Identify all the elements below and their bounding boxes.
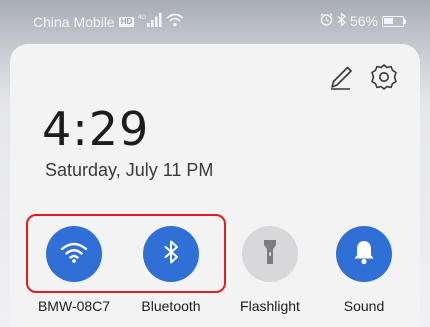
- bluetooth-icon: [163, 240, 179, 269]
- alarm-icon: [320, 13, 333, 29]
- hd-badge: HD: [118, 16, 135, 27]
- status-right-group: 56%: [320, 12, 406, 29]
- battery-icon: [382, 15, 406, 27]
- edit-button[interactable]: [323, 60, 357, 94]
- signal-icon: 4G: [138, 13, 162, 30]
- wifi-toggle-circle[interactable]: [46, 226, 102, 282]
- bluetooth-toggle-circle[interactable]: [143, 226, 199, 282]
- settings-gear-icon: [367, 64, 401, 98]
- sound-toggle-circle[interactable]: [336, 226, 392, 282]
- clock-date: Saturday, July 11 PM: [45, 160, 214, 180]
- wifi-status-icon: [166, 13, 184, 30]
- toggle-label: BMW-08C7: [37, 298, 111, 314]
- toggle-label: Flashlight: [240, 298, 300, 314]
- battery-percent: 56%: [349, 13, 378, 29]
- carrier-name: China Mobile: [33, 13, 115, 30]
- toggle-label: Sound: [343, 298, 385, 314]
- bluetooth-status-icon: [337, 12, 346, 29]
- svg-text:4G: 4G: [138, 15, 146, 21]
- toggle-sound[interactable]: Sound: [314, 226, 414, 314]
- bell-icon: [352, 239, 376, 270]
- toggle-label: Bluetooth: [141, 298, 201, 314]
- settings-button[interactable]: [367, 60, 401, 94]
- edit-pencil-icon: [323, 66, 357, 98]
- wifi-icon: [60, 240, 88, 269]
- status-bar: China Mobile HD 4G 56%: [0, 0, 430, 44]
- flashlight-icon: [262, 238, 278, 271]
- battery-fill: [384, 17, 393, 24]
- toggle-bluetooth[interactable]: Bluetooth: [121, 226, 221, 314]
- clock-time: 4:29: [42, 102, 150, 156]
- notification-panel: 4:29 Saturday, July 11 PM BMW-08C7 Bluet…: [10, 44, 420, 327]
- toggle-wifi[interactable]: BMW-08C7: [24, 226, 124, 314]
- toggle-flashlight[interactable]: Flashlight: [220, 226, 320, 314]
- flashlight-toggle-circle[interactable]: [242, 226, 298, 282]
- carrier-group: China Mobile HD 4G: [33, 13, 184, 30]
